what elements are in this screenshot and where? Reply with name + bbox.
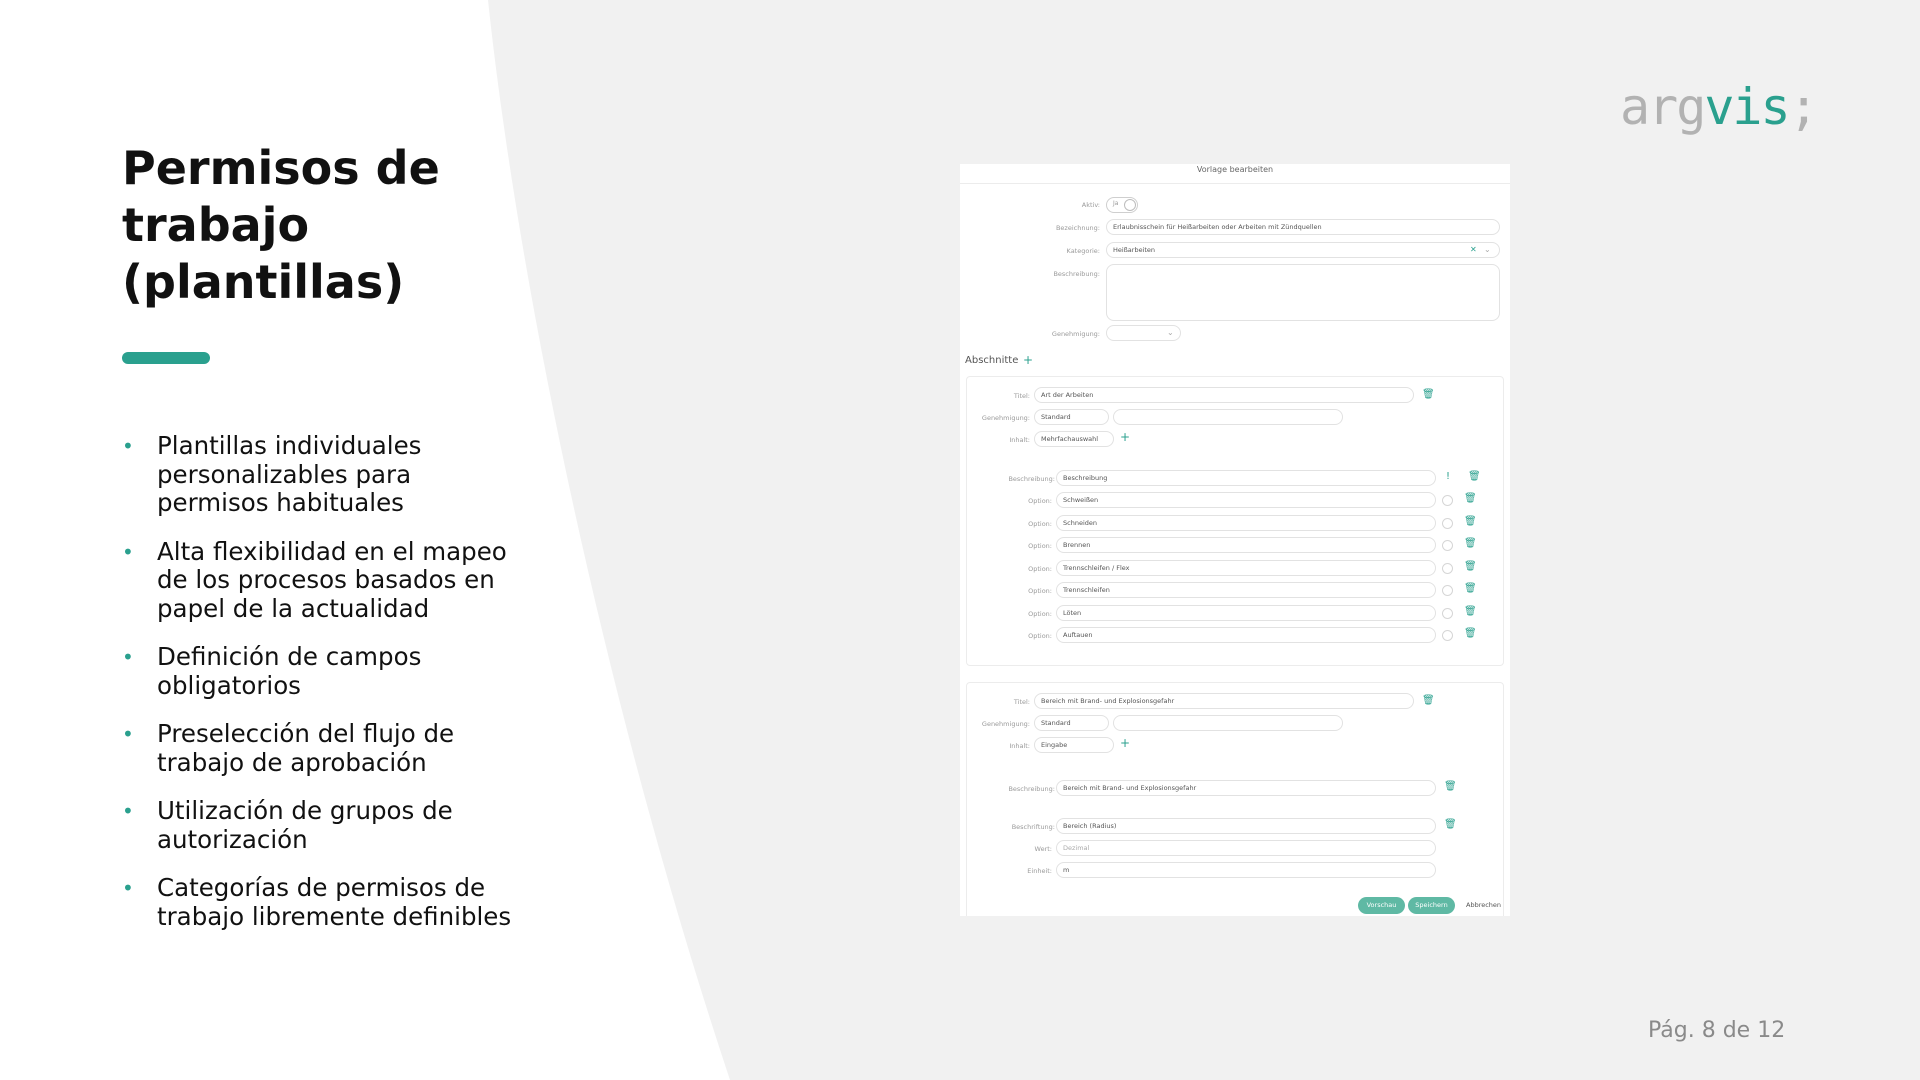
bullet-item: • Categorías de permisos de trabajo libre… — [122, 873, 512, 931]
titel-input[interactable]: Bereich mit Brand- und Explosionsgefahr — [1034, 693, 1414, 709]
genehmigung-label: Genehmigung: — [981, 414, 1030, 422]
chevron-down-icon[interactable]: ⌄ — [1167, 328, 1174, 338]
einheit-input[interactable]: m — [1056, 862, 1436, 878]
bullet-dot: • — [122, 539, 134, 564]
option-input[interactable]: Trennschleifen — [1056, 582, 1436, 598]
einheit-label: Einheit: — [1027, 867, 1052, 875]
trash-icon[interactable]: 🗑 — [1444, 820, 1457, 830]
approval-group-select[interactable] — [1113, 409, 1343, 425]
cancel-button[interactable]: Abbrechen — [1466, 897, 1510, 914]
bullet-item: • Definición de campos obligatorios — [122, 642, 422, 700]
beschreibung-input[interactable]: Bereich mit Brand- und Explosionsgefahr — [1056, 780, 1436, 796]
option-input[interactable]: Schweißen — [1056, 492, 1436, 508]
beschreibung-textarea[interactable] — [1106, 264, 1500, 321]
titel-label: Titel: — [1013, 698, 1030, 706]
beschreibung-input[interactable]: Beschreibung — [1056, 470, 1436, 486]
slide-title: Permisos de trabajo (plantillas) — [122, 141, 440, 309]
trash-icon[interactable]: 🗑 — [1422, 696, 1435, 706]
bullet-dot: • — [122, 645, 134, 669]
option-label: Option: — [1028, 587, 1052, 595]
add-field-icon[interactable]: + — [1120, 737, 1130, 749]
preview-button[interactable]: Vorschau — [1358, 897, 1405, 914]
bezeichnung-input[interactable]: Erlaubnisschein für Heißarbeiten oder Ar… — [1106, 219, 1500, 235]
trash-icon[interactable]: 🗑 — [1464, 607, 1477, 617]
option-input[interactable]: Trennschleifen / Flex — [1056, 560, 1436, 576]
required-icon[interactable]: ! — [1446, 472, 1450, 482]
approval-group-select[interactable] — [1113, 715, 1343, 731]
bullet-item: • Plantillas individuales personalizables… — [122, 431, 422, 517]
default-radio[interactable] — [1442, 630, 1453, 641]
chevron-down-icon[interactable]: ⌄ — [1484, 245, 1491, 255]
bullet-item: • Utilización de grupos de autorización — [122, 796, 453, 854]
default-radio[interactable] — [1442, 495, 1453, 506]
aktiv-toggle[interactable]: Ja — [1106, 197, 1138, 213]
default-radio[interactable] — [1442, 585, 1453, 596]
option-input[interactable]: Brennen — [1056, 537, 1436, 553]
aktiv-label: Aktiv: — [1081, 201, 1100, 209]
inhalt-select[interactable]: Mehrfachauswahl — [1034, 431, 1114, 447]
add-section-icon[interactable]: + — [1023, 354, 1033, 366]
option-label: Option: — [1028, 520, 1052, 528]
option-label: Option: — [1028, 497, 1052, 505]
option-input[interactable]: Auftauen — [1056, 627, 1436, 643]
save-button[interactable]: Speichern — [1408, 897, 1455, 914]
dialog-title: Vorlage bearbeiten — [960, 164, 1510, 184]
trash-icon[interactable]: 🗑 — [1464, 562, 1477, 572]
titel-input[interactable]: Art der Arbeiten — [1034, 387, 1414, 403]
option-input[interactable]: Löten — [1056, 605, 1436, 621]
trash-icon[interactable]: 🗑 — [1444, 782, 1457, 792]
beschreibung-label: Beschreibung: — [1053, 270, 1100, 278]
option-label: Option: — [1028, 565, 1052, 573]
kategorie-label: Kategorie: — [1066, 247, 1100, 255]
title-accent-bar — [122, 352, 210, 364]
bullet-list: • Plantillas individuales personalizables… — [122, 431, 522, 951]
beschreibung-label: Beschreibung: — [1008, 785, 1055, 793]
trash-icon[interactable]: 🗑 — [1464, 517, 1477, 527]
genehmigung-select[interactable]: Standard — [1034, 715, 1109, 731]
default-radio[interactable] — [1442, 608, 1453, 619]
bullet-item: • Alta flexibilidad en el mapeo de los pr… — [122, 536, 507, 623]
beschreibung-label: Beschreibung: — [1008, 475, 1055, 483]
inhalt-select[interactable]: Eingabe — [1034, 737, 1114, 753]
genehmigung-select[interactable]: Standard — [1034, 409, 1109, 425]
abschnitte-heading: Abschnitte — [965, 355, 1019, 366]
page-number: Pág. 8 de 12 — [1648, 1018, 1786, 1043]
option-input[interactable]: Schneiden — [1056, 515, 1436, 531]
clear-icon[interactable]: ✕ — [1470, 245, 1477, 255]
bullet-item: • Preselección del flujo de trabajo de ap… — [122, 719, 455, 777]
add-field-icon[interactable]: + — [1120, 431, 1130, 443]
bullet-dot: • — [122, 799, 134, 823]
bezeichnung-label: Bezeichnung: — [1055, 224, 1100, 232]
genehmigung-label: Genehmigung: — [1051, 330, 1100, 338]
default-radio[interactable] — [1442, 518, 1453, 529]
inhalt-label: Inhalt: — [1009, 742, 1030, 750]
genehmigung-label: Genehmigung: — [981, 720, 1030, 728]
default-radio[interactable] — [1442, 563, 1453, 574]
kategorie-select[interactable]: Heißarbeiten — [1106, 242, 1500, 258]
trash-icon[interactable]: 🗑 — [1464, 494, 1477, 504]
wert-input[interactable]: Dezimal — [1056, 840, 1436, 856]
beschriftung-input[interactable]: Bereich (Radius) — [1056, 818, 1436, 834]
bullet-dot: • — [122, 722, 134, 746]
bullet-dot: • — [122, 876, 134, 900]
trash-icon[interactable]: 🗑 — [1468, 472, 1481, 482]
bullet-dot: • — [122, 434, 134, 458]
trash-icon[interactable]: 🗑 — [1464, 629, 1477, 639]
template-editor-screenshot: Vorlage bearbeiten Aktiv: Ja Bezeichnung… — [960, 164, 1510, 916]
option-label: Option: — [1028, 632, 1052, 640]
trash-icon[interactable]: 🗑 — [1464, 584, 1477, 594]
wert-label: Wert: — [1034, 845, 1052, 853]
argvis-logo: argvis; — [1620, 78, 1819, 136]
option-label: Option: — [1028, 542, 1052, 550]
beschriftung-label: Beschriftung: — [1011, 823, 1055, 831]
option-label: Option: — [1028, 610, 1052, 618]
trash-icon[interactable]: 🗑 — [1422, 390, 1435, 400]
inhalt-label: Inhalt: — [1009, 436, 1030, 444]
trash-icon[interactable]: 🗑 — [1464, 539, 1477, 549]
titel-label: Titel: — [1013, 392, 1030, 400]
default-radio[interactable] — [1442, 540, 1453, 551]
